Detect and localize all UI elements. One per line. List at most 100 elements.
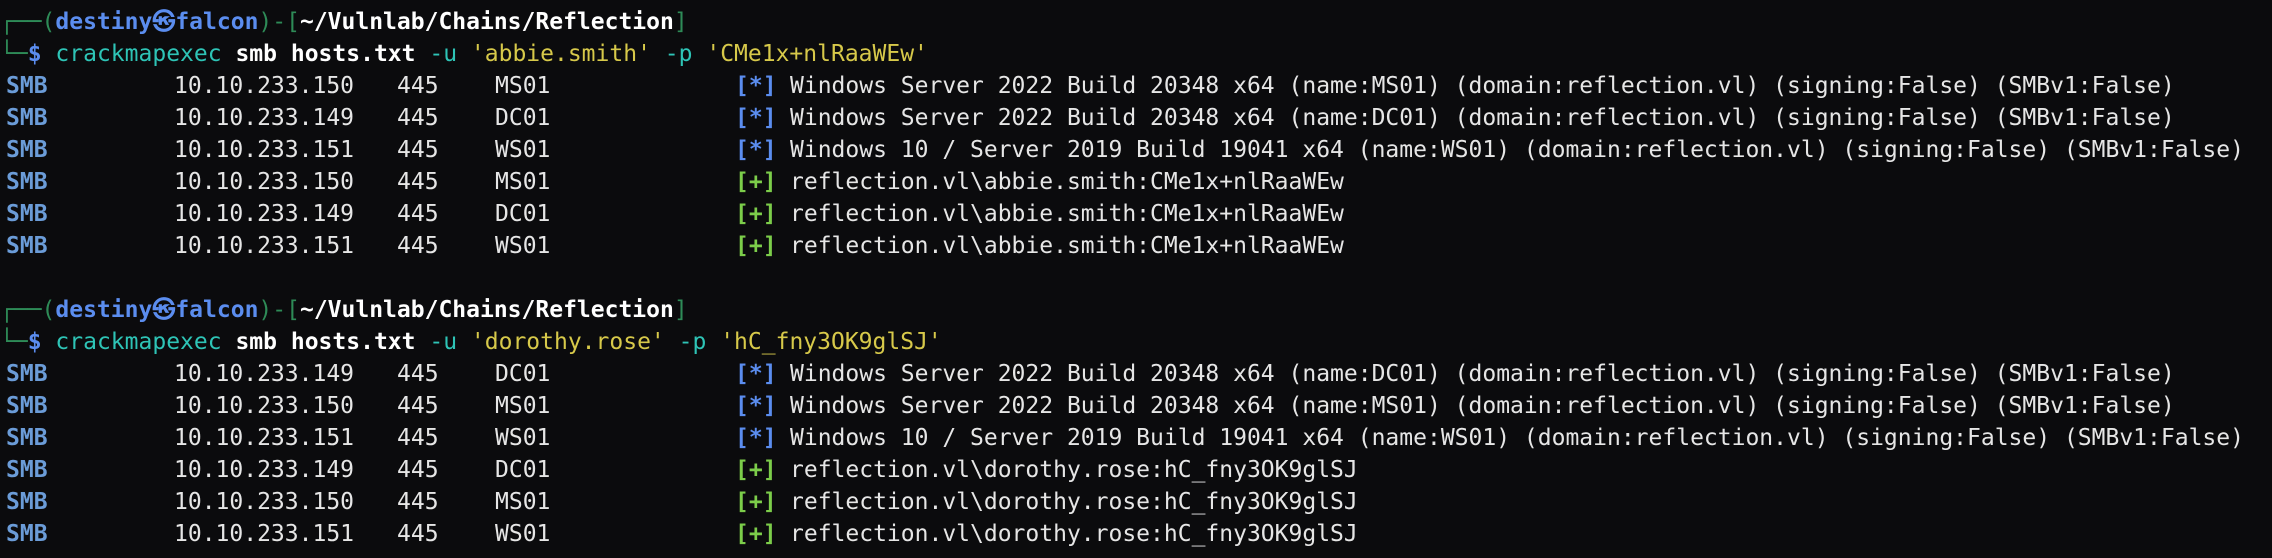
command-user: 'abbie.smith' — [470, 41, 651, 67]
row-port: 445 — [397, 457, 439, 483]
command-target: hosts.txt — [290, 41, 416, 67]
row-message: Windows Server 2022 Build 20348 x64 (nam… — [790, 361, 2175, 387]
prompt-corner: ┌──( — [0, 9, 56, 35]
command-line[interactable]: └─$ crackmapexec smb hosts.txt -u 'dorot… — [0, 326, 2272, 358]
output-row: SMB 10.10.233.149 445 DC01 [*] Windows Server… — [0, 358, 2272, 390]
prompt-separator: )-[ — [258, 297, 300, 323]
row-port: 445 — [397, 137, 439, 163]
row-port: 445 — [397, 169, 439, 195]
row-proto: SMB — [6, 489, 48, 515]
row-message: Windows 10 / Server 2019 Build 19041 x64… — [790, 425, 2244, 451]
command-pass-flag: -p — [678, 329, 707, 355]
row-hostname: MS01 — [495, 489, 551, 515]
row-proto: SMB — [6, 137, 48, 163]
command-pass: 'hC_fny3OK9glSJ' — [720, 329, 942, 355]
output-row: SMB 10.10.233.151 445 WS01 [+] reflection.vl\… — [0, 518, 2272, 550]
row-ip: 10.10.233.149 — [174, 201, 355, 227]
output-row: SMB 10.10.233.149 445 DC01 [+] reflection.vl\… — [0, 454, 2272, 486]
row-hostname: MS01 — [495, 393, 551, 419]
command-line[interactable]: └─$ crackmapexec smb hosts.txt -u 'abbie… — [0, 38, 2272, 70]
row-ip: 10.10.233.151 — [174, 425, 355, 451]
row-status-tag: [+] — [735, 233, 777, 259]
prompt-dollar: $ — [27, 329, 42, 355]
output-row: SMB 10.10.233.149 445 DC01 [+] reflection.vl\… — [0, 198, 2272, 230]
prompt-at-icon: ㉿ — [152, 9, 176, 35]
row-message: Windows Server 2022 Build 20348 x64 (nam… — [790, 105, 2175, 131]
row-status-tag: [*] — [735, 361, 777, 387]
row-status-tag: [*] — [735, 393, 777, 419]
row-port: 445 — [397, 489, 439, 515]
prompt-user: destiny — [55, 9, 153, 35]
command-block: ┌──(destiny㉿falcon)-[~/Vulnlab/Chains/Re… — [0, 294, 2272, 550]
row-port: 445 — [397, 201, 439, 227]
row-status-tag: [+] — [735, 201, 777, 227]
row-ip: 10.10.233.151 — [174, 137, 355, 163]
row-port: 445 — [397, 105, 439, 131]
row-proto: SMB — [6, 105, 48, 131]
row-hostname: WS01 — [495, 521, 551, 547]
row-proto: SMB — [6, 201, 48, 227]
row-hostname: MS01 — [495, 73, 551, 99]
command-tool: crackmapexec — [55, 329, 222, 355]
output-row: SMB 10.10.233.150 445 MS01 [+] reflection.vl\… — [0, 166, 2272, 198]
row-ip: 10.10.233.149 — [174, 105, 355, 131]
command-user: 'dorothy.rose' — [470, 329, 665, 355]
row-proto: SMB — [6, 457, 48, 483]
prompt-host: falcon — [175, 297, 259, 323]
row-status-tag: [*] — [735, 425, 777, 451]
row-hostname: DC01 — [495, 361, 551, 387]
command-target: hosts.txt — [290, 329, 416, 355]
row-proto: SMB — [6, 521, 48, 547]
prompt-corner: ┌──( — [0, 297, 56, 323]
prompt-corner-bottom: └─ — [0, 329, 28, 355]
command-pass-flag: -p — [664, 41, 693, 67]
prompt-close: ] — [673, 297, 688, 323]
command-pass: 'CMe1x+nlRaaWEw' — [706, 41, 928, 67]
row-proto: SMB — [6, 361, 48, 387]
row-hostname: WS01 — [495, 425, 551, 451]
prompt-header: ┌──(destiny㉿falcon)-[~/Vulnlab/Chains/Re… — [0, 6, 2272, 38]
prompt-separator: )-[ — [258, 9, 300, 35]
prompt-path: ~/Vulnlab/Chains/Reflection — [299, 9, 674, 35]
row-status-tag: [+] — [735, 169, 777, 195]
command-tool: crackmapexec — [55, 41, 222, 67]
row-status-tag: [+] — [735, 489, 777, 515]
row-status-tag: [*] — [735, 105, 777, 131]
row-status-tag: [*] — [735, 137, 777, 163]
row-ip: 10.10.233.150 — [174, 73, 355, 99]
command-user-flag: -u — [429, 41, 458, 67]
row-port: 445 — [397, 361, 439, 387]
terminal-window[interactable]: ┌──(destiny㉿falcon)-[~/Vulnlab/Chains/Re… — [0, 0, 2272, 558]
command-block: ┌──(destiny㉿falcon)-[~/Vulnlab/Chains/Re… — [0, 6, 2272, 262]
prompt-corner-bottom: └─ — [0, 41, 28, 67]
row-message: reflection.vl\abbie.smith:CMe1x+nlRaaWEw — [790, 169, 1344, 195]
row-status-tag: [*] — [735, 73, 777, 99]
row-message: reflection.vl\abbie.smith:CMe1x+nlRaaWEw — [790, 233, 1344, 259]
row-ip: 10.10.233.149 — [174, 361, 355, 387]
row-proto: SMB — [6, 425, 48, 451]
row-message: Windows 10 / Server 2019 Build 19041 x64… — [790, 137, 2244, 163]
row-proto: SMB — [6, 73, 48, 99]
output-row: SMB 10.10.233.150 445 MS01 [+] reflection.vl\… — [0, 486, 2272, 518]
command-proto: smb — [235, 329, 277, 355]
prompt-user: destiny — [55, 297, 153, 323]
row-message: reflection.vl\dorothy.rose:hC_fny3OK9glS… — [790, 521, 1358, 547]
output-row: SMB 10.10.233.150 445 MS01 [*] Windows Server… — [0, 70, 2272, 102]
row-ip: 10.10.233.150 — [174, 393, 355, 419]
prompt-at-icon: ㉿ — [152, 297, 176, 323]
output-row: SMB 10.10.233.151 445 WS01 [+] reflection.vl\… — [0, 230, 2272, 262]
row-hostname: DC01 — [495, 457, 551, 483]
row-ip: 10.10.233.151 — [174, 521, 355, 547]
output-row: SMB 10.10.233.151 445 WS01 [*] Windows 10 / S… — [0, 422, 2272, 454]
row-message: reflection.vl\dorothy.rose:hC_fny3OK9glS… — [790, 489, 1358, 515]
row-port: 445 — [397, 73, 439, 99]
row-ip: 10.10.233.150 — [174, 169, 355, 195]
row-proto: SMB — [6, 393, 48, 419]
row-message: Windows Server 2022 Build 20348 x64 (nam… — [790, 393, 2175, 419]
row-status-tag: [+] — [735, 521, 777, 547]
prompt-dollar: $ — [27, 41, 42, 67]
row-port: 445 — [397, 425, 439, 451]
prompt-host: falcon — [175, 9, 259, 35]
row-ip: 10.10.233.150 — [174, 489, 355, 515]
